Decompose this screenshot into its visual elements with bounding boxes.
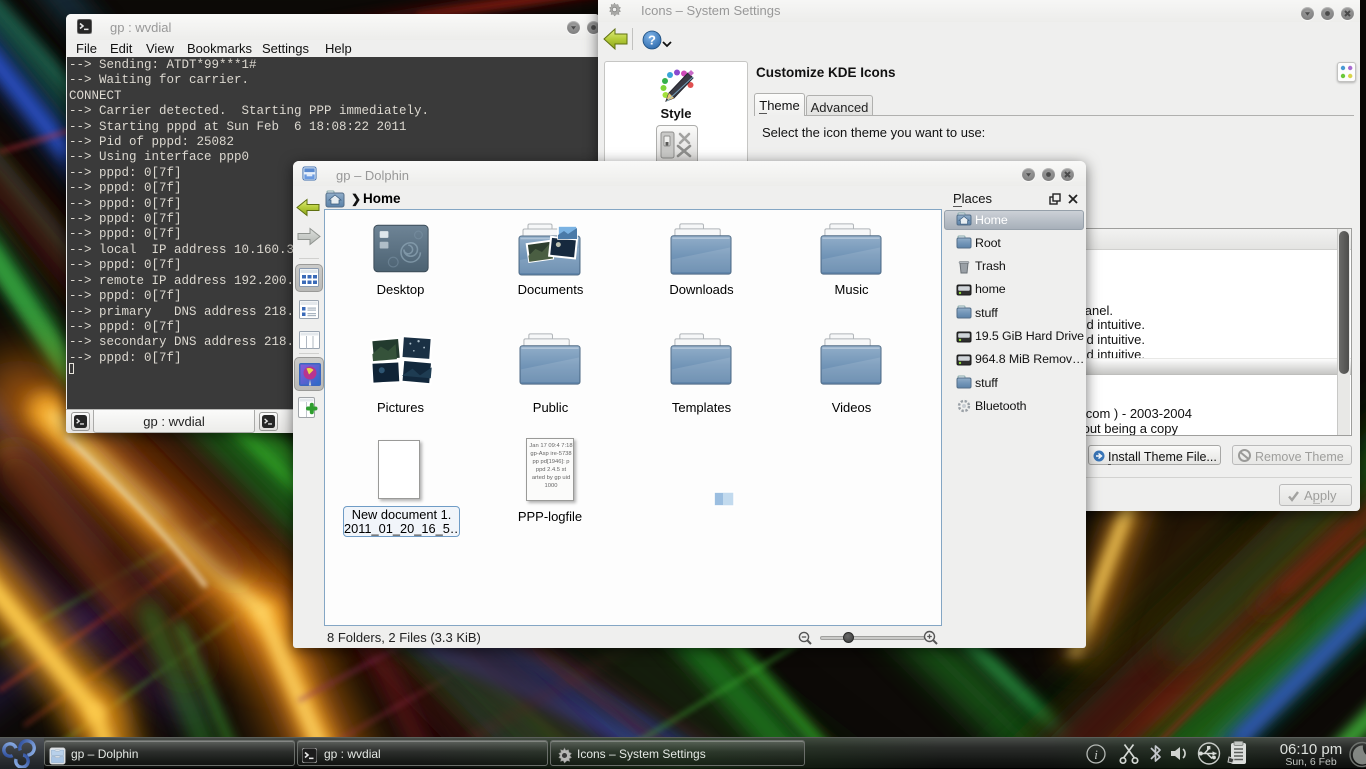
svg-text:?: ?: [648, 33, 656, 48]
svg-text:i: i: [1094, 747, 1098, 762]
